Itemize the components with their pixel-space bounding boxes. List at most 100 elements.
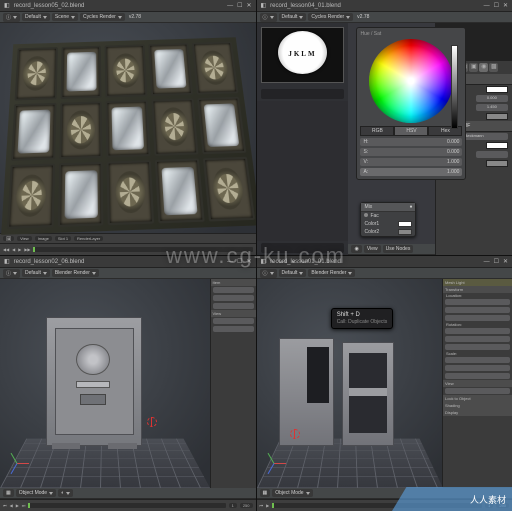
view-menu[interactable]: View — [17, 236, 32, 241]
ior-slider[interactable]: 1.450 — [476, 104, 508, 111]
minimize-icon[interactable]: — — [227, 3, 233, 9]
safe-slot — [80, 394, 106, 405]
view-header[interactable]: View — [443, 380, 512, 387]
play-reverse-icon[interactable]: ◀ — [10, 503, 13, 508]
glossy-roughness[interactable] — [476, 151, 508, 158]
render-engine-dropdown[interactable]: Blender Render — [308, 269, 355, 277]
editor-type-icon[interactable]: ◉ — [351, 245, 361, 253]
loc-y-field[interactable] — [445, 307, 510, 313]
close-icon[interactable]: ✕ — [246, 258, 251, 265]
tab-hsv[interactable]: HSV — [394, 126, 428, 136]
lock-header[interactable]: Lock to Object — [443, 395, 512, 402]
close-icon[interactable]: ✕ — [503, 2, 508, 9]
tab-rgb[interactable]: RGB — [360, 126, 394, 136]
shading-header[interactable]: Shading — [443, 402, 512, 409]
maximize-icon[interactable]: ☐ — [237, 2, 242, 9]
image-menu[interactable]: Image — [35, 236, 52, 241]
render-engine-dropdown[interactable]: Blender Render — [52, 269, 99, 277]
editor-type-icon[interactable]: ▦ — [260, 489, 271, 497]
color2-socket[interactable]: Color2 — [364, 229, 379, 235]
renderlayer-dropdown[interactable]: RenderLayer — [74, 236, 103, 241]
screen-layout-dropdown[interactable]: Default — [22, 13, 50, 21]
normal-socket[interactable] — [486, 113, 508, 120]
loc-z[interactable] — [213, 303, 254, 309]
play-icon[interactable]: ▶ — [16, 503, 19, 508]
editor-type-icon[interactable]: ▦ — [3, 489, 14, 497]
rot-z-field[interactable] — [445, 344, 510, 350]
h-field[interactable]: H:0.000 — [360, 138, 462, 146]
color-picker-popup[interactable]: Hue / Sat RGB HSV Hex H:0.000 S:0.000 V:… — [356, 27, 466, 180]
a-field[interactable]: A:1.000 — [360, 168, 462, 176]
shading-dropdown[interactable]: ◐ — [58, 489, 73, 497]
scale-y-field[interactable] — [445, 365, 510, 371]
color-swatch[interactable] — [486, 86, 508, 93]
safe-model[interactable] — [46, 317, 142, 447]
viewport-header[interactable] — [261, 89, 345, 99]
color-wheel[interactable] — [369, 39, 453, 123]
view-menu[interactable]: View — [364, 245, 381, 253]
close-icon[interactable]: ✕ — [246, 2, 251, 9]
editor-type-dropdown[interactable]: ⓘ — [3, 13, 20, 22]
screen-layout-dropdown[interactable]: Default — [22, 269, 50, 277]
rot-x-field[interactable] — [445, 328, 510, 334]
slot-dropdown[interactable]: Slot 1 — [55, 236, 71, 241]
transform-header[interactable]: Transform — [443, 286, 512, 293]
render-engine-dropdown[interactable]: Cycles Render — [308, 13, 353, 21]
render-preview[interactable]: JKLM — [261, 27, 345, 83]
image-editor-viewport[interactable] — [0, 23, 256, 233]
node-editor[interactable]: Hue / Sat RGB HSV Hex H:0.000 S:0.000 V:… — [348, 23, 435, 255]
timeline[interactable]: ⏮ ◀ ▶ ⏭ 1 250 — [0, 499, 256, 511]
roughness-slider[interactable]: 0.000 — [476, 95, 508, 102]
editor-type-icon[interactable]: 🖼 — [3, 236, 14, 241]
loc-y[interactable] — [213, 295, 254, 301]
minimize-icon[interactable]: — — [484, 3, 490, 9]
timeline[interactable]: ◀◀◀▶▶▶ — [0, 243, 256, 255]
mix-node[interactable]: Mix● Fac Color1 Color2 — [360, 202, 416, 237]
end-frame[interactable]: 250 — [240, 503, 253, 508]
3d-viewport[interactable]: Shift + D Call: Duplicate Objects — [257, 279, 443, 488]
jump-start-icon[interactable]: ⏮ — [3, 503, 7, 508]
minimize-icon[interactable]: — — [227, 259, 233, 265]
v-field[interactable]: V:1.000 — [360, 158, 462, 166]
secondary-viewport[interactable] — [257, 101, 349, 241]
scale-x-field[interactable] — [445, 357, 510, 363]
glossy-color-swatch[interactable] — [486, 142, 508, 149]
color-mode-tabs[interactable]: RGB HSV Hex — [360, 126, 462, 136]
editor-type-dropdown[interactable]: ⓘ — [3, 269, 20, 278]
transform-header[interactable]: Item — [211, 279, 256, 286]
display-header[interactable]: Display — [443, 409, 512, 416]
screen-layout-dropdown[interactable]: Default — [279, 13, 307, 21]
maximize-icon[interactable]: ☐ — [494, 2, 499, 9]
mode-dropdown[interactable]: Object Mode — [16, 489, 56, 497]
loc-x-field[interactable] — [445, 299, 510, 305]
loc-x[interactable] — [213, 287, 254, 293]
maximize-icon[interactable]: ☐ — [494, 258, 499, 265]
editor-type-dropdown[interactable]: ⓘ — [260, 13, 277, 22]
maximize-icon[interactable]: ☐ — [237, 258, 242, 265]
mode-dropdown[interactable]: Object Mode — [272, 489, 312, 497]
jump-start-icon[interactable]: ⏮ — [260, 503, 264, 508]
app-icon: ◧ — [4, 258, 10, 265]
scale-z-field[interactable] — [445, 373, 510, 379]
cabinet-model-a[interactable] — [279, 338, 335, 447]
use-nodes-toggle[interactable]: Use Nodes — [383, 245, 414, 253]
color1-socket[interactable]: Color1 — [364, 221, 379, 227]
close-icon[interactable]: ✕ — [503, 258, 508, 265]
loc-z-field[interactable] — [445, 315, 510, 321]
value-slider[interactable] — [451, 45, 458, 129]
rot-y-field[interactable] — [445, 336, 510, 342]
screen-layout-dropdown[interactable]: Default — [279, 269, 307, 277]
scene-dropdown[interactable]: Scene — [52, 13, 78, 21]
cabinet-model-b[interactable] — [342, 342, 394, 447]
jump-end-icon[interactable]: ⏭ — [22, 503, 26, 508]
start-frame[interactable]: 1 — [229, 503, 237, 508]
minimize-icon[interactable]: — — [484, 259, 490, 265]
3d-viewport[interactable] — [0, 279, 210, 488]
mesh-light-header[interactable]: Mesh Light — [443, 279, 512, 286]
s-field[interactable]: S:0.000 — [360, 148, 462, 156]
material-selector[interactable] — [261, 243, 345, 253]
render-engine-dropdown[interactable]: Cycles Render — [80, 13, 125, 21]
editor-type-dropdown[interactable]: ⓘ — [260, 269, 277, 278]
lens-field[interactable] — [445, 388, 510, 394]
play-icon[interactable]: ▶ — [266, 503, 269, 508]
